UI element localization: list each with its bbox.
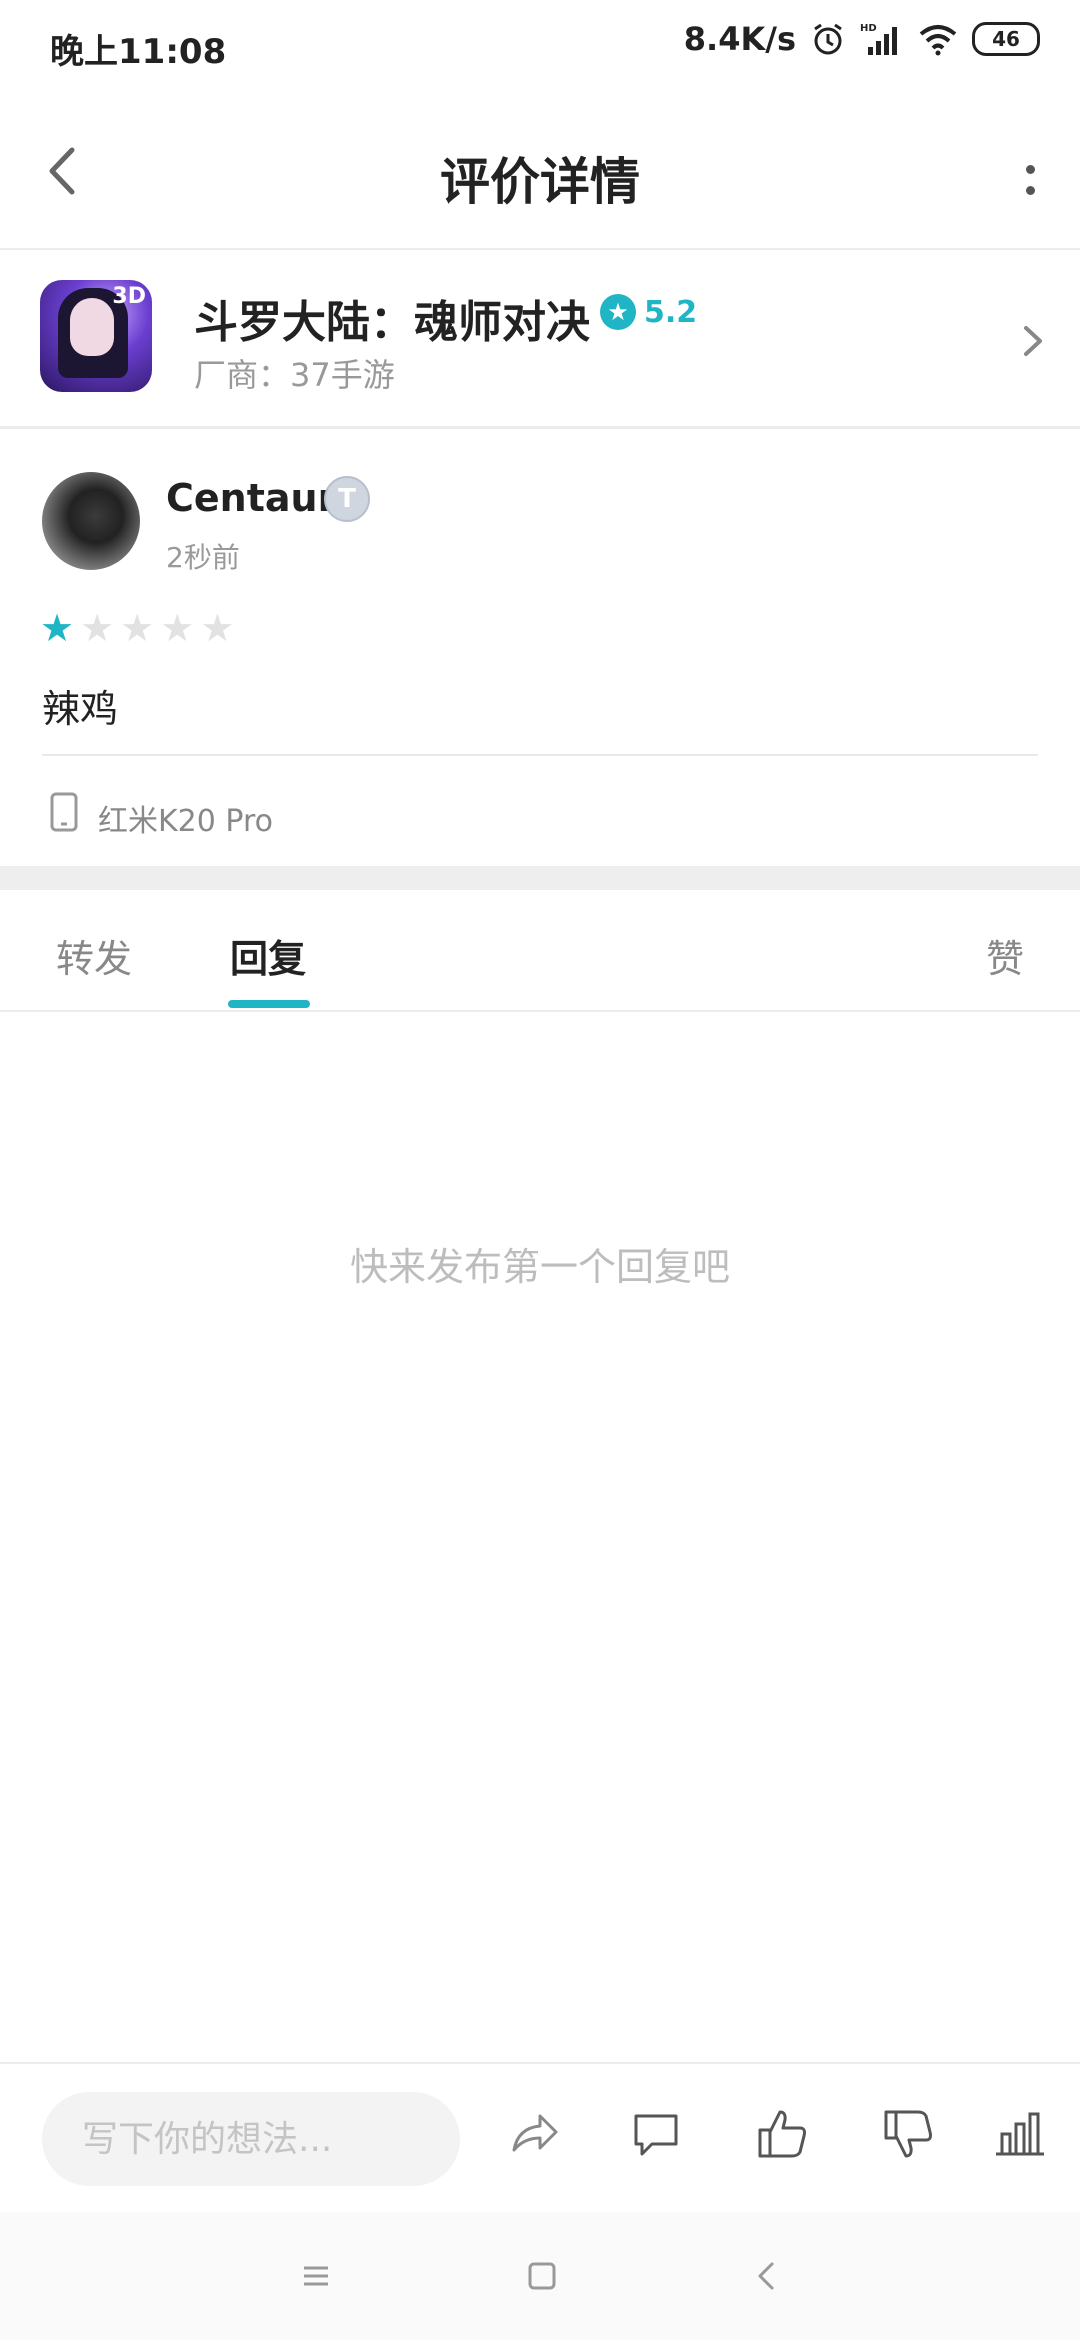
tab-replies[interactable]: 回复 bbox=[230, 928, 306, 983]
top-app-bar: 评价详情 bbox=[0, 92, 1080, 250]
home-square-icon bbox=[528, 2262, 556, 2290]
network-speed: 8.4K/s bbox=[683, 20, 796, 58]
wifi-icon bbox=[919, 25, 957, 56]
menu-icon bbox=[304, 2266, 328, 2286]
star-empty-icon: ★ bbox=[80, 606, 115, 650]
star-empty-icon: ★ bbox=[120, 606, 155, 650]
app-name: 斗罗大陆：魂师对决 bbox=[194, 297, 590, 348]
thumbs-up-icon bbox=[758, 2110, 806, 2158]
like-button[interactable] bbox=[752, 2104, 812, 2164]
comment-button[interactable] bbox=[626, 2104, 686, 2164]
star-icon: ★ bbox=[600, 294, 636, 330]
app-icon-face bbox=[70, 298, 114, 356]
avatar[interactable] bbox=[42, 472, 140, 570]
tab-bar: 转发 回复 赞 bbox=[0, 890, 1080, 1012]
tab-likes[interactable]: 赞 bbox=[986, 928, 1024, 983]
more-vertical-icon bbox=[1025, 165, 1035, 174]
share-button[interactable] bbox=[504, 2104, 564, 2164]
more-options-button[interactable] bbox=[1010, 150, 1050, 210]
review-time: 2秒前 bbox=[166, 541, 240, 574]
review-device: 红米K20 Pro bbox=[98, 804, 273, 839]
status-bar: 晚上11:08 8.4K/s HD 46 bbox=[0, 0, 1080, 92]
alarm-icon bbox=[814, 23, 842, 55]
comment-input[interactable] bbox=[42, 2092, 460, 2186]
stats-button[interactable] bbox=[990, 2104, 1050, 2164]
svg-text:HD: HD bbox=[860, 23, 877, 34]
nav-back-button[interactable] bbox=[748, 2256, 788, 2296]
app-info-row[interactable]: 3D 斗罗大陆：魂师对决 ★ 5.2 厂商：37手游 bbox=[0, 250, 1080, 429]
menu-button[interactable] bbox=[296, 2256, 336, 2296]
app-icon-badge: 3D bbox=[112, 284, 146, 309]
share-icon bbox=[512, 2114, 558, 2152]
app-rating: ★ 5.2 bbox=[600, 294, 697, 330]
app-icon[interactable]: 3D bbox=[40, 280, 152, 392]
bottom-action-bar bbox=[0, 2062, 1080, 2214]
status-time: 晚上11:08 bbox=[50, 32, 227, 72]
hd-signal-icon: HD bbox=[860, 23, 897, 55]
home-button[interactable] bbox=[522, 2256, 562, 2296]
tab-indicator bbox=[228, 1000, 310, 1008]
star-filled-icon: ★ bbox=[40, 606, 75, 650]
review-username[interactable]: Centaur. bbox=[166, 476, 345, 520]
app-vendor: 厂商：37手游 bbox=[194, 356, 395, 394]
review-stars: ★ ★ ★ ★ ★ bbox=[40, 608, 234, 648]
empty-replies-message: 快来发布第一个回复吧 bbox=[349, 1245, 730, 1289]
page-title: 评价详情 bbox=[440, 153, 640, 211]
back-triangle-icon bbox=[758, 2262, 774, 2290]
system-nav-bar bbox=[0, 2212, 1080, 2340]
dislike-button[interactable] bbox=[878, 2104, 938, 2164]
bar-chart-icon bbox=[996, 2112, 1044, 2156]
app-detail-chevron[interactable] bbox=[1012, 316, 1052, 366]
more-dot bbox=[1025, 186, 1035, 195]
section-separator bbox=[0, 866, 1080, 890]
star-empty-icon: ★ bbox=[160, 606, 195, 650]
app-rating-value: 5.2 bbox=[644, 294, 698, 330]
review-text: 辣鸡 bbox=[42, 687, 119, 731]
battery-icon: 46 bbox=[972, 22, 1040, 56]
tab-forward[interactable]: 转发 bbox=[56, 928, 132, 983]
chevron-right-icon bbox=[1024, 326, 1042, 356]
status-icons: 8.4K/s HD 46 bbox=[684, 20, 1040, 58]
divider bbox=[42, 754, 1038, 756]
comment-icon bbox=[634, 2114, 678, 2156]
phone-icon bbox=[50, 792, 78, 832]
thumbs-down-icon bbox=[884, 2110, 932, 2158]
star-empty-icon: ★ bbox=[200, 606, 235, 650]
user-level-badge: T bbox=[324, 476, 370, 522]
